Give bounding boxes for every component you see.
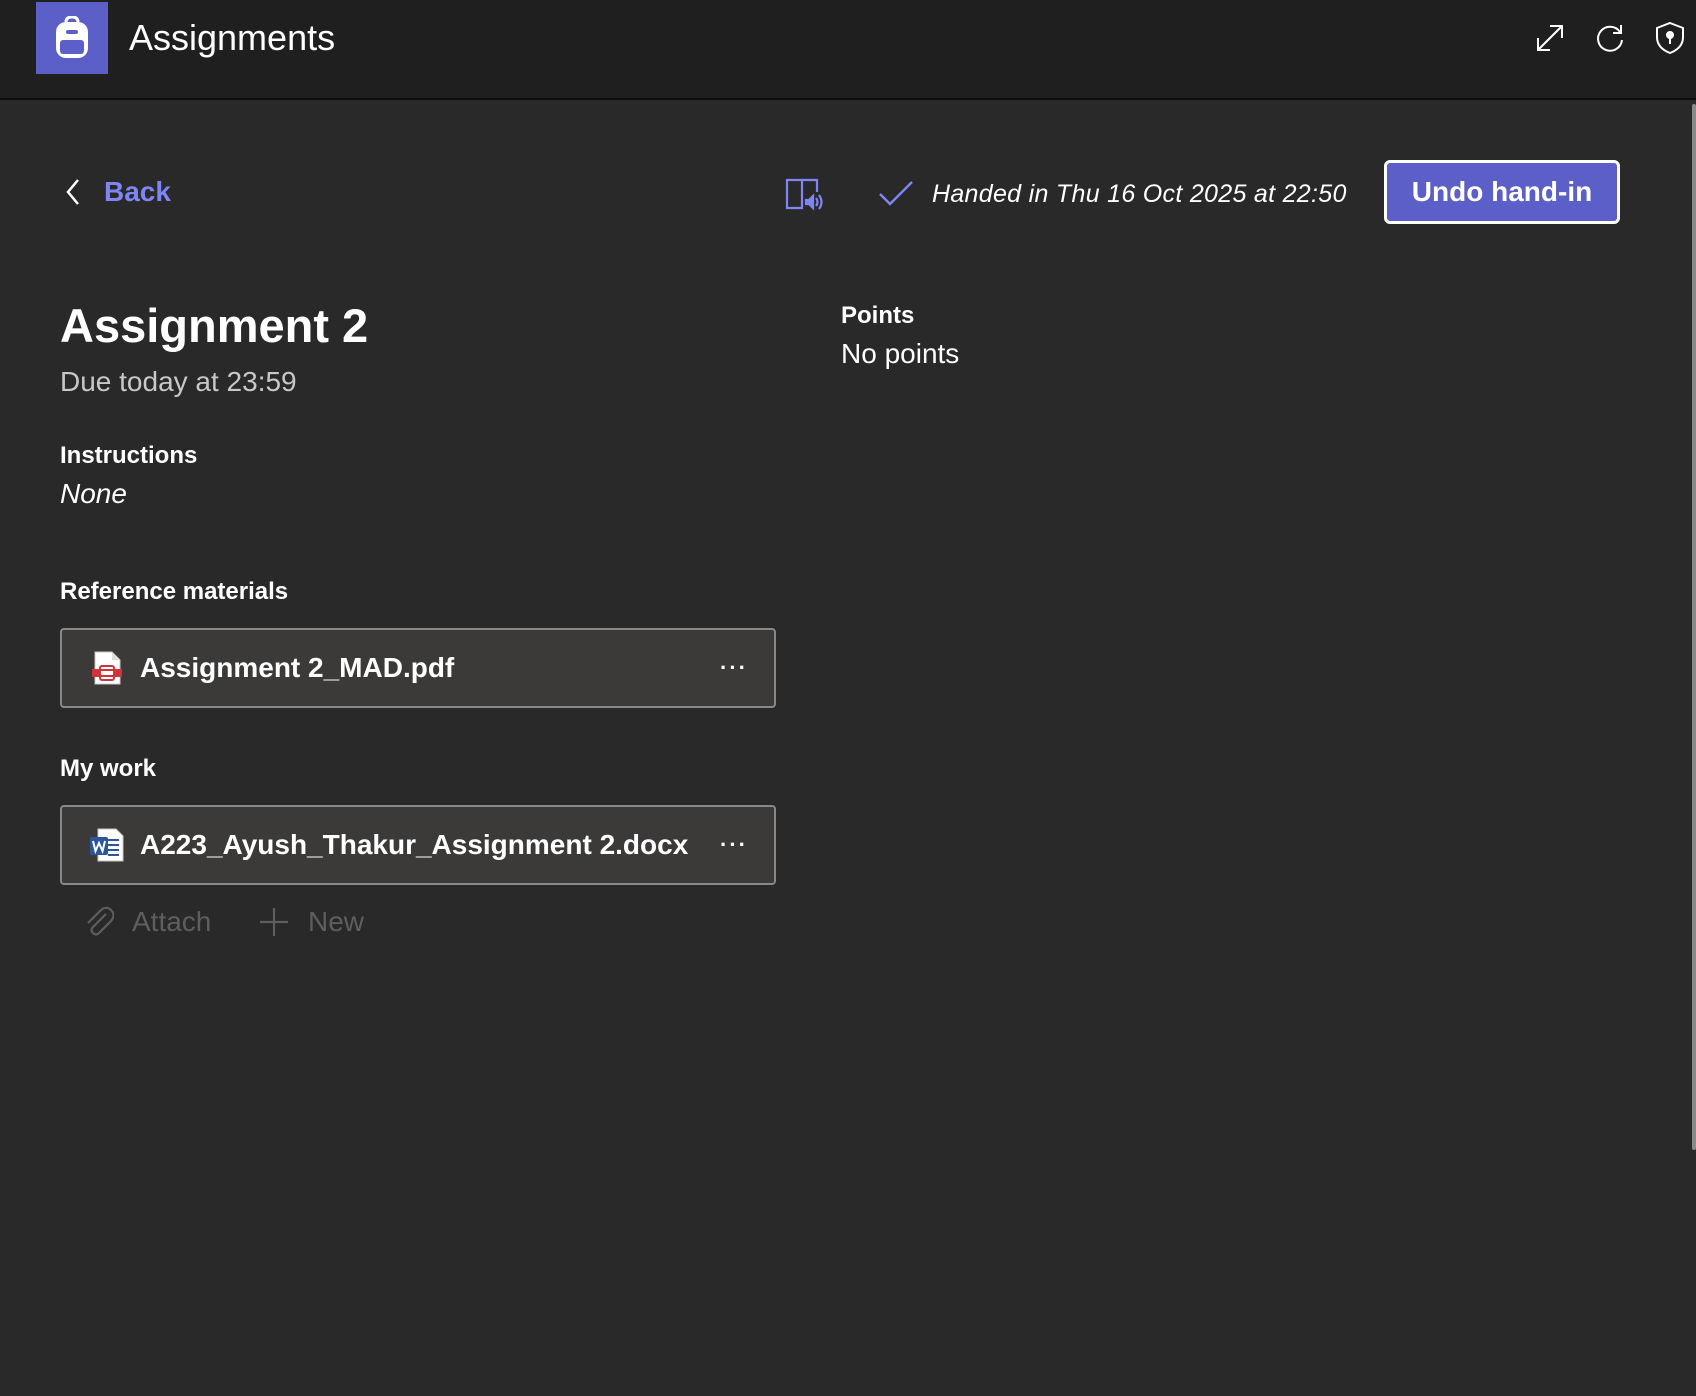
- reference-materials-label: Reference materials: [60, 578, 289, 605]
- due-date: Due today at 23:59: [60, 366, 297, 397]
- new-button[interactable]: New: [258, 902, 364, 942]
- attach-label: Attach: [132, 906, 212, 937]
- undo-hand-in-button[interactable]: Undo hand-in: [1384, 160, 1620, 224]
- paperclip-icon: [87, 906, 114, 936]
- my-work-file-name: A223_Ayush_Thakur_Assignment 2.docx: [140, 829, 689, 860]
- reference-file-card[interactable]: Assignment 2_MAD.pdf ···: [60, 628, 776, 708]
- plus-icon: [260, 908, 288, 936]
- points-value: No points: [841, 338, 960, 369]
- more-options-button[interactable]: ···: [714, 648, 754, 688]
- my-work-label: My work: [60, 755, 157, 782]
- app-header: Assignments: [0, 0, 1696, 100]
- shield-icon[interactable]: [1652, 20, 1688, 56]
- word-file-icon: [90, 827, 124, 863]
- instructions-label: Instructions: [60, 442, 198, 469]
- chevron-left-icon: [66, 179, 79, 205]
- back-button[interactable]: Back: [64, 172, 171, 212]
- back-label: Back: [104, 176, 171, 207]
- status-text: Handed in Thu 16 Oct 2025 at 22:50: [932, 179, 1347, 208]
- points-label: Points: [841, 302, 915, 329]
- refresh-icon[interactable]: [1592, 20, 1628, 56]
- instructions-value: None: [60, 478, 127, 509]
- immersive-reader-icon[interactable]: [784, 174, 824, 214]
- app-title: Assignments: [129, 17, 336, 58]
- scrollbar[interactable]: [1692, 104, 1696, 1150]
- my-work-file-card[interactable]: A223_Ayush_Thakur_Assignment 2.docx ···: [60, 805, 776, 885]
- more-options-button[interactable]: ···: [714, 825, 754, 865]
- handed-in-status: Handed in Thu 16 Oct 2025 at 22:50: [878, 174, 1347, 214]
- expand-icon[interactable]: [1532, 20, 1568, 56]
- reference-file-name: Assignment 2_MAD.pdf: [140, 652, 455, 683]
- pdf-file-icon: [90, 650, 124, 686]
- attach-button[interactable]: Attach: [84, 902, 211, 942]
- checkmark-icon: [879, 181, 913, 206]
- page-title: Assignment 2: [60, 299, 369, 352]
- backpack-icon: [36, 2, 108, 74]
- new-label: New: [308, 906, 365, 937]
